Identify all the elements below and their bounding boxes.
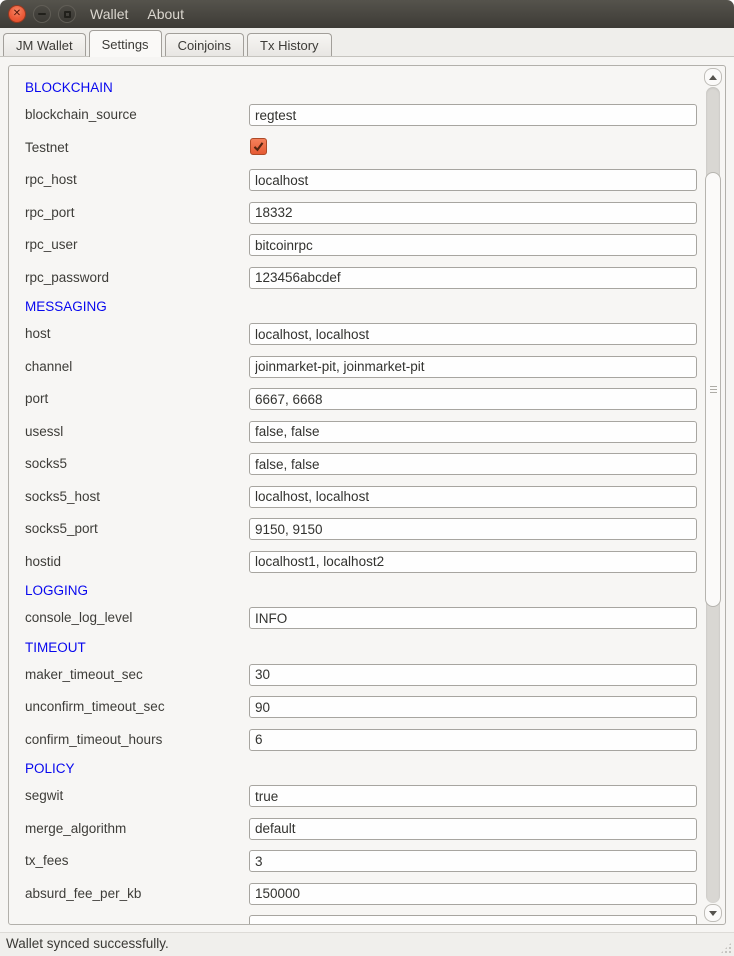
field-label-rpc_host: rpc_host bbox=[25, 172, 77, 187]
scrollbar-down-button[interactable] bbox=[704, 904, 722, 922]
field-input-rpc_user[interactable] bbox=[249, 234, 697, 256]
field-label-confirm_timeout_hours: confirm_timeout_hours bbox=[25, 732, 162, 747]
field-label-channel: channel bbox=[25, 359, 72, 374]
field-input-console_log_level[interactable] bbox=[249, 607, 697, 629]
field-label-usessl: usessl bbox=[25, 424, 63, 439]
arrow-down-icon bbox=[709, 911, 717, 916]
field-input-rpc_password[interactable] bbox=[249, 267, 697, 289]
settings-scroll-area: BLOCKCHAIN blockchain_source Testnet rpc_ho… bbox=[8, 65, 726, 925]
field-input-segwit[interactable] bbox=[249, 785, 697, 807]
field-input-hostid[interactable] bbox=[249, 551, 697, 573]
window-close-button[interactable]: ✕ bbox=[8, 5, 26, 23]
thumb-grip-icon bbox=[710, 386, 717, 387]
vertical-scrollbar[interactable] bbox=[703, 68, 723, 922]
field-input-merge_algorithm[interactable] bbox=[249, 818, 697, 840]
field-input-rpc_host[interactable] bbox=[249, 169, 697, 191]
field-input-port[interactable] bbox=[249, 388, 697, 410]
field-label-segwit: segwit bbox=[25, 788, 63, 803]
field-label-tx_fees: tx_fees bbox=[25, 853, 69, 868]
checkmark-icon bbox=[252, 140, 265, 153]
field-input-unconfirm_timeout_sec[interactable] bbox=[249, 696, 697, 718]
menubar-item-wallet[interactable]: Wallet bbox=[88, 0, 130, 28]
field-input-absurd_fee_per_kb[interactable] bbox=[249, 883, 697, 905]
close-icon: ✕ bbox=[13, 9, 21, 19]
field-label-rpc_port: rpc_port bbox=[25, 205, 75, 220]
section-header-logging: LOGGING bbox=[25, 583, 88, 598]
field-input-host[interactable] bbox=[249, 323, 697, 345]
field-label-socks5_host: socks5_host bbox=[25, 489, 100, 504]
tabbar: JM Wallet Settings Coinjoins Tx History bbox=[0, 28, 734, 57]
scrollbar-thumb[interactable] bbox=[705, 172, 721, 607]
section-header-policy: POLICY bbox=[25, 761, 75, 776]
field-label-hostid: hostid bbox=[25, 554, 61, 569]
field-input-socks5[interactable] bbox=[249, 453, 697, 475]
titlebar: ✕ Wallet About bbox=[0, 0, 734, 28]
field-label-absurd_fee_per_kb: absurd_fee_per_kb bbox=[25, 886, 141, 901]
status-message: Wallet synced successfully. bbox=[6, 936, 169, 951]
resize-grip-icon[interactable] bbox=[720, 942, 732, 954]
scrollbar-up-button[interactable] bbox=[704, 68, 722, 86]
section-header-timeout: TIMEOUT bbox=[25, 640, 86, 655]
field-checkbox-testnet[interactable] bbox=[250, 138, 267, 155]
settings-form: BLOCKCHAIN blockchain_source Testnet rpc_ho… bbox=[9, 66, 701, 924]
minimize-icon bbox=[38, 13, 46, 15]
field-input-maker_timeout_sec[interactable] bbox=[249, 664, 697, 686]
field-label-rpc_password: rpc_password bbox=[25, 270, 109, 285]
field-label-maker_timeout_sec: maker_timeout_sec bbox=[25, 667, 143, 682]
field-label-blockchain_source: blockchain_source bbox=[25, 107, 137, 122]
field-input-rpc_port[interactable] bbox=[249, 202, 697, 224]
field-input-blockchain_source[interactable] bbox=[249, 104, 697, 126]
field-input-channel[interactable] bbox=[249, 356, 697, 378]
scrollbar-trough[interactable] bbox=[706, 87, 720, 903]
field-input-socks5_port[interactable] bbox=[249, 518, 697, 540]
field-input-clipped[interactable] bbox=[249, 915, 697, 924]
tab-settings[interactable]: Settings bbox=[89, 30, 162, 57]
tab-jm-wallet[interactable]: JM Wallet bbox=[3, 33, 86, 56]
window-maximize-button[interactable] bbox=[58, 5, 76, 23]
menubar: Wallet About bbox=[88, 0, 186, 28]
field-input-confirm_timeout_hours[interactable] bbox=[249, 729, 697, 751]
window-minimize-button[interactable] bbox=[33, 5, 51, 23]
field-label-host: host bbox=[25, 326, 51, 341]
statusbar: Wallet synced successfully. bbox=[0, 932, 734, 956]
field-label-unconfirm_timeout_sec: unconfirm_timeout_sec bbox=[25, 699, 165, 714]
section-header-messaging: MESSAGING bbox=[25, 299, 107, 314]
maximize-icon bbox=[64, 11, 71, 18]
field-input-tx_fees[interactable] bbox=[249, 850, 697, 872]
tab-tx-history[interactable]: Tx History bbox=[247, 33, 332, 56]
field-label-port: port bbox=[25, 391, 48, 406]
field-label-socks5_port: socks5_port bbox=[25, 521, 98, 536]
section-header-blockchain: BLOCKCHAIN bbox=[25, 80, 113, 95]
menubar-item-about[interactable]: About bbox=[145, 0, 186, 28]
field-label-rpc_user: rpc_user bbox=[25, 237, 78, 252]
arrow-up-icon bbox=[709, 75, 717, 80]
field-label-testnet: Testnet bbox=[25, 140, 69, 155]
field-label-merge_algorithm: merge_algorithm bbox=[25, 821, 126, 836]
field-input-socks5_host[interactable] bbox=[249, 486, 697, 508]
field-label-socks5: socks5 bbox=[25, 456, 67, 471]
field-input-usessl[interactable] bbox=[249, 421, 697, 443]
tab-coinjoins[interactable]: Coinjoins bbox=[165, 33, 244, 56]
settings-page: BLOCKCHAIN blockchain_source Testnet rpc_ho… bbox=[0, 57, 734, 932]
field-label-console_log_level: console_log_level bbox=[25, 610, 132, 625]
